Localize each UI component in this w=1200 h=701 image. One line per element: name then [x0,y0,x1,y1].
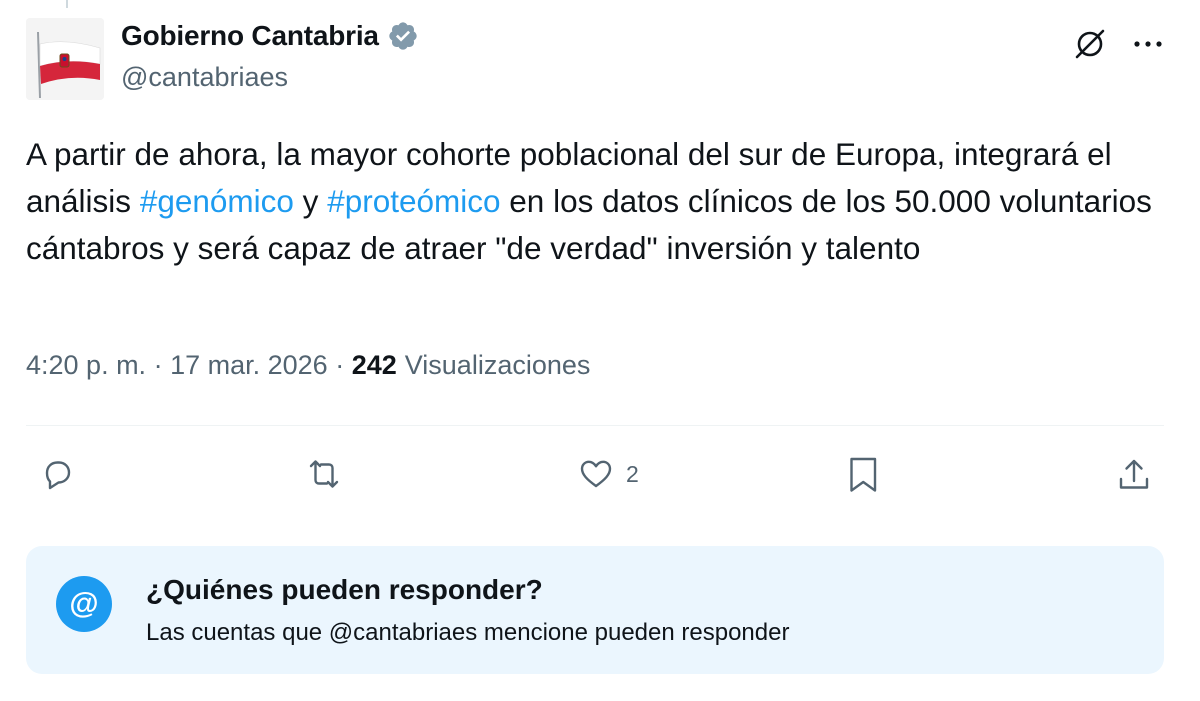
author-handle[interactable]: @cantabriaes [121,62,288,93]
retweet-icon [309,460,339,488]
tweet-text: A partir de ahora, la mayor cohorte pobl… [26,131,1176,272]
verified-badge-icon[interactable] [387,20,419,52]
more-options-icon[interactable] [1126,22,1170,66]
thread-connector-line [66,0,68,8]
author-display-name[interactable]: Gobierno Cantabria [121,20,379,52]
tweet-time-link[interactable]: 4:20 p. m. [26,350,146,381]
at-mention-icon: @ [56,576,112,632]
tweet-date-link[interactable]: 17 mar. 2026 [170,350,328,381]
views-label[interactable]: Visualizaciones [405,350,591,381]
tweet-text-part-2: y [293,183,328,219]
reply-restriction-description: Las cuentas que @cantabriaes mencione pu… [146,619,790,646]
views-count[interactable]: 242 [352,350,397,381]
like-button[interactable]: 2 [574,452,639,496]
tweet-meta: 4:20 p. m. · 17 mar. 2026 · 242 Visualiz… [26,350,590,381]
hashtag-genomico-link[interactable]: #genómico [140,183,294,219]
reply-restriction-notice: @ ¿Quiénes pueden responder? Las cuentas… [26,546,1164,674]
bookmark-icon [850,457,877,492]
retweet-button[interactable] [302,452,346,496]
like-count: 2 [626,460,639,487]
divider [26,425,1164,426]
heart-icon [580,460,612,488]
meta-separator: · [327,350,352,380]
share-button[interactable] [1112,452,1156,496]
avatar[interactable] [26,18,104,100]
share-icon [1119,459,1149,489]
reply-icon [45,461,71,490]
hashtag-proteomico-link[interactable]: #proteómico [327,183,500,219]
author-display-name-row[interactable]: Gobierno Cantabria [121,20,419,52]
grok-icon[interactable] [1068,22,1112,66]
bookmark-button[interactable] [842,452,886,496]
reply-button[interactable] [34,452,78,496]
meta-separator: · [146,350,171,380]
reply-restriction-title: ¿Quiénes pueden responder? [146,574,543,605]
cantabria-flag-icon [26,18,104,100]
